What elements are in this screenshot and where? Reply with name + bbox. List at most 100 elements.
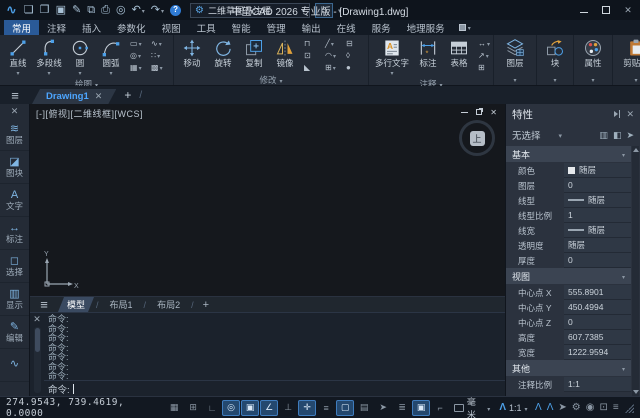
donut-icon[interactable]: ◎ — [130, 50, 149, 62]
move-button[interactable]: 移动 — [177, 37, 207, 68]
transparency-icon[interactable]: ▢ — [336, 400, 354, 416]
quick-select-icon[interactable]: ▥ — [599, 130, 608, 141]
linear-dimension-icon[interactable]: ↔ — [478, 38, 490, 50]
ribbon-tab[interactable]: 工具 — [189, 20, 224, 35]
layout-menu-button[interactable] — [32, 297, 56, 312]
ribbon-tab[interactable]: 常用 — [4, 20, 39, 35]
section-header-basic[interactable]: 基本 — [506, 146, 631, 162]
doc-close-button[interactable] — [490, 107, 497, 117]
isolate-objects-icon[interactable]: ◉ — [583, 403, 597, 413]
redo-icon[interactable]: ↷ — [151, 5, 164, 16]
panel-label-modify[interactable]: 修改 — [174, 74, 368, 86]
sidebar-item-dimension[interactable]: ↔ 标注 — [0, 217, 29, 250]
sidebar-item-edit[interactable]: ✎ 编辑 — [0, 316, 29, 349]
sidebar-item-selection[interactable]: ◻ 选择 — [0, 250, 29, 283]
panel-label-properties[interactable] — [574, 73, 612, 85]
maximize-button[interactable] — [600, 4, 612, 16]
align-icon[interactable]: ◣ — [304, 62, 323, 74]
ribbon-tab[interactable]: 视图 — [154, 20, 189, 35]
statusbar-menu-icon[interactable]: ≡ — [610, 403, 621, 413]
osnap-tracking-icon[interactable]: ▣ — [241, 400, 259, 416]
line-button[interactable]: 直线 — [3, 37, 33, 78]
auto-scale-icon[interactable]: Λ — [544, 403, 556, 413]
viewcube[interactable]: 上 — [459, 120, 495, 156]
ribbon-tab[interactable]: 智能 — [224, 20, 259, 35]
table-button[interactable]: 表格 — [444, 37, 474, 68]
drawing-canvas[interactable]: [-][俯视][二维线框][WCS] 上 Y X — [30, 104, 505, 296]
table-style-icon[interactable]: ⊞ — [478, 62, 490, 74]
property-value[interactable]: 0 — [564, 178, 631, 193]
panel-label-layer[interactable] — [494, 73, 536, 85]
annotation-monitor-icon[interactable]: ▣ — [412, 400, 430, 416]
offset-icon[interactable]: ⊟ — [346, 38, 365, 50]
selection-dropdown[interactable]: 无选择 — [512, 128, 541, 142]
layout-tab[interactable]: 布局2 — [148, 297, 189, 312]
ribbon-tab[interactable]: 注释 — [39, 20, 74, 35]
sidebar-item-text[interactable]: A 文字 — [0, 184, 29, 217]
block-button[interactable]: 块 — [540, 37, 570, 68]
polar-tracking-icon[interactable]: ⊥ — [279, 400, 297, 416]
close-properties-icon[interactable] — [626, 109, 634, 120]
scroll-down-icon[interactable] — [633, 390, 639, 394]
tab-overflow-button[interactable] — [453, 20, 477, 35]
sidebar-close-button[interactable] — [0, 104, 29, 118]
fillet-icon[interactable]: ◠ — [325, 50, 344, 62]
property-value[interactable]: 随层 — [564, 193, 631, 208]
ribbon-tab[interactable]: 参数化 — [109, 20, 154, 35]
new-document-button[interactable] — [120, 86, 135, 104]
quick-properties-icon[interactable]: ▤ — [355, 400, 373, 416]
selection-cycling-icon[interactable]: ➤ — [374, 400, 392, 416]
annotation-scale-selector[interactable]: 1:1 — [495, 402, 531, 413]
command-input[interactable]: 命令: — [44, 380, 505, 396]
hatch-icon[interactable]: ▦ — [130, 62, 149, 74]
chevron-down-icon[interactable] — [338, 5, 342, 16]
dynamic-input-icon[interactable]: ✛ — [298, 400, 316, 416]
panel-label-block[interactable] — [537, 73, 573, 85]
copy-button[interactable]: 复制 — [239, 37, 269, 68]
ribbon-tab[interactable]: 服务 — [364, 20, 399, 35]
explode-icon[interactable]: ● — [346, 62, 365, 74]
point-icon[interactable]: ∷ — [151, 50, 170, 62]
leader-icon[interactable]: ↗ — [478, 50, 490, 62]
select-objects-icon[interactable]: ➤ — [626, 130, 634, 141]
lw-display-icon[interactable]: ≣ — [393, 400, 411, 416]
ribbon-tab[interactable]: 地理服务 — [399, 20, 453, 35]
array-icon[interactable]: ⊞ — [325, 62, 344, 74]
property-value[interactable]: 450.4994 — [564, 300, 631, 315]
osnap-icon[interactable]: ◎ — [222, 400, 240, 416]
viewcube-top-face[interactable]: 上 — [470, 131, 485, 146]
print-icon[interactable]: ⎙ — [101, 5, 110, 16]
home-button[interactable] — [315, 3, 333, 18]
workspace-switcher[interactable]: 二维草图与注释 — [190, 3, 310, 18]
spline-icon[interactable]: ∿ — [151, 38, 170, 50]
mtext-button[interactable]: A 多行文字 — [372, 37, 412, 78]
stretch-icon[interactable]: ⊓ — [304, 38, 323, 50]
layer-button[interactable]: 图层 — [497, 37, 533, 68]
new-file-icon[interactable]: ❏ — [24, 5, 34, 16]
clean-screen-icon[interactable]: ⊡ — [597, 403, 610, 413]
app-logo-icon[interactable]: ∿ — [6, 2, 17, 18]
ribbon-tab[interactable]: 输出 — [294, 20, 329, 35]
properties-scrollbar[interactable] — [632, 146, 639, 396]
panel-label-clipboard[interactable] — [613, 73, 640, 85]
section-header-view[interactable]: 视图 — [506, 268, 631, 284]
scroll-up-icon[interactable] — [633, 148, 639, 152]
close-tab-icon[interactable] — [95, 91, 103, 102]
property-value[interactable]: 随层 — [564, 163, 631, 178]
document-tab[interactable]: Drawing1 — [32, 89, 116, 104]
command-scrollbar[interactable] — [34, 327, 41, 393]
command-close-button[interactable] — [33, 314, 41, 325]
doc-restore-button[interactable] — [476, 107, 482, 117]
sidebar-item-polyline[interactable]: ∿ — [0, 349, 29, 382]
ribbon-tab[interactable]: 管理 — [259, 20, 294, 35]
sidebar-item-layers[interactable]: ≋ 图层 — [0, 118, 29, 151]
annotation-visibility-icon[interactable]: Λ — [533, 403, 545, 413]
toggle-pickadd-icon[interactable]: ◧ — [613, 130, 622, 141]
mirror-button[interactable]: 镜像 — [270, 37, 300, 68]
close-button[interactable] — [622, 4, 634, 16]
property-value[interactable]: 607.7385 — [564, 330, 631, 345]
trim-icon[interactable]: ╱ — [325, 38, 344, 50]
rectangle-icon[interactable]: ▭ — [130, 38, 149, 50]
property-value[interactable]: 0 — [564, 253, 631, 268]
layout-tab[interactable]: 布局1 — [101, 297, 142, 312]
